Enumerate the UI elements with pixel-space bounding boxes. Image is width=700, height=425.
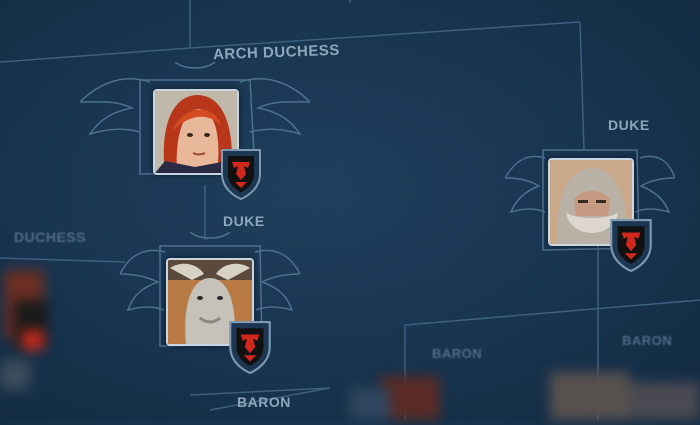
duke-left-card[interactable] — [120, 232, 300, 374]
baron-right-title: BARON — [622, 333, 673, 348]
duke-right-card[interactable] — [505, 138, 675, 278]
dragon-shield-icon — [221, 149, 261, 200]
baron-bottom-title: BARON — [237, 394, 291, 410]
arch-duchess-card[interactable] — [80, 62, 310, 212]
baron-mid-card[interactable] — [350, 368, 530, 420]
dragon-shield-icon — [610, 219, 652, 272]
duchess-edge-card[interactable] — [0, 260, 70, 410]
duke-right-title: DUKE — [608, 117, 650, 133]
noble-hierarchy-screen: { "nodes": { "arch_duchess": { "title": … — [0, 0, 700, 420]
baron-mid-title: BARON — [432, 346, 483, 361]
baron-right-card[interactable] — [540, 362, 700, 420]
duke-left-title: DUKE — [223, 213, 265, 229]
duchess-edge-title: DUCHESS — [14, 229, 86, 245]
dragon-shield-icon — [229, 321, 271, 374]
